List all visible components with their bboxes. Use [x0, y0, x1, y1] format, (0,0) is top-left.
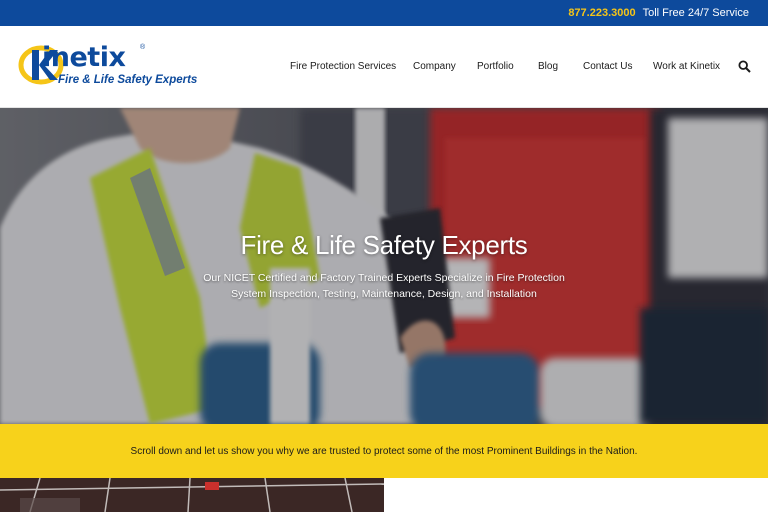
hero-title: Fire & Life Safety Experts — [240, 230, 528, 260]
ceiling-grid-graphic — [0, 478, 384, 512]
trust-banner: Scroll down and let us show you why we a… — [0, 424, 768, 478]
nav-item-company[interactable]: Company — [413, 61, 456, 72]
hero-section: Fire & Life Safety Experts Our NICET Cer… — [0, 108, 768, 424]
nav-item-portfolio[interactable]: Portfolio — [477, 61, 514, 72]
hero-overlay — [0, 108, 768, 424]
main-nav: Fire Protection Services Company Portfol… — [0, 26, 768, 108]
phone-number-link[interactable]: 877.223.3000 — [568, 7, 635, 19]
ceiling-image — [0, 478, 384, 512]
search-icon[interactable] — [738, 60, 751, 73]
nav-item-blog[interactable]: Blog — [538, 61, 558, 72]
tollfree-text: Toll Free 24/7 Service — [642, 7, 749, 19]
hero-subtitle-line-2: System Inspection, Testing, Maintenance,… — [231, 288, 537, 300]
nav-item-fire-protection-services[interactable]: Fire Protection Services — [290, 61, 396, 72]
trust-banner-text: Scroll down and let us show you why we a… — [130, 445, 638, 457]
lower-content-area — [384, 478, 768, 512]
nav-item-work-at-kinetix[interactable]: Work at Kinetix — [653, 61, 720, 72]
site-header: inetix ® Fire & Life Safety Experts Fire… — [0, 26, 768, 108]
nav-item-contact-us[interactable]: Contact Us — [583, 61, 632, 72]
hero-subtitle-line-1: Our NICET Certified and Factory Trained … — [203, 272, 565, 284]
top-bar: 877.223.3000 Toll Free 24/7 Service — [0, 0, 768, 26]
